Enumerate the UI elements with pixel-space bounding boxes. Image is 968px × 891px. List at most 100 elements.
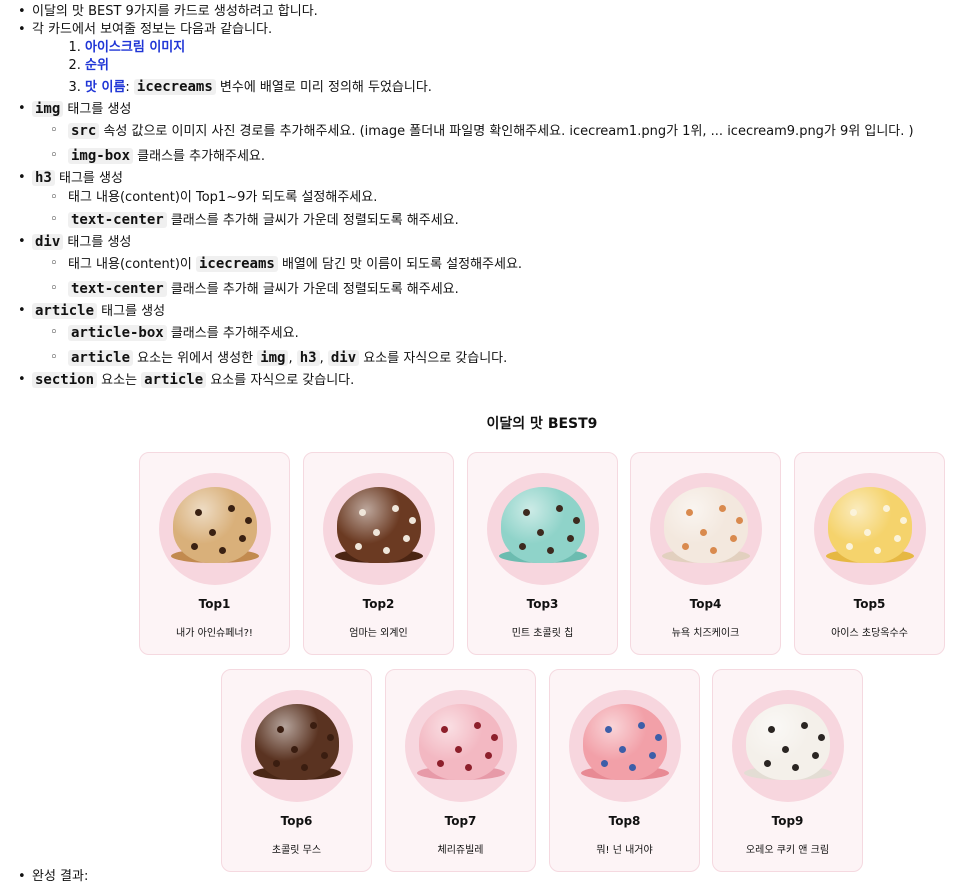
article-child-item: article 요소는 위에서 생성한 img, h3, div 요소를 자식으… bbox=[32, 346, 954, 371]
div-content-item: 태그 내용(content)이 icecreams 배열에 담긴 맛 이름이 되… bbox=[32, 252, 954, 277]
icecream-scoop bbox=[746, 704, 830, 780]
code-img-box: img-box bbox=[68, 148, 134, 164]
div-class-text: 클래스를 추가해 글씨가 가운데 정렬되도록 해주세요. bbox=[166, 282, 459, 297]
topping-chip bbox=[700, 529, 707, 536]
icecream-scoop bbox=[419, 704, 503, 780]
instruction-img: img 태그를 생성 src 속성 값으로 이미지 사진 경로를 추가해주세요.… bbox=[14, 100, 954, 169]
article-box: Top7 체리쥬빌레 bbox=[385, 669, 536, 872]
article-box: Top2 엄마는 외계인 bbox=[303, 452, 454, 655]
code-article-box: article-box bbox=[68, 325, 167, 341]
card-flavor-name: 아이스 초당옥수수 bbox=[831, 628, 908, 639]
icecream-scoop bbox=[337, 487, 421, 563]
article-label: 태그를 생성 bbox=[97, 304, 166, 319]
code-div: div bbox=[327, 350, 360, 366]
article-box: Top9 오레오 쿠키 앤 크림 bbox=[712, 669, 863, 872]
topping-chip bbox=[883, 505, 890, 512]
card-flavor-name: 오레오 쿠키 앤 크림 bbox=[745, 845, 830, 856]
topping-chip bbox=[519, 543, 526, 550]
instruction-article: article 태그를 생성 article-box 클래스를 추가해주세요. … bbox=[14, 302, 954, 371]
topping-chip bbox=[900, 517, 907, 524]
topping-chip bbox=[638, 722, 645, 729]
code-text-center: text-center bbox=[68, 281, 167, 297]
topping-chip bbox=[523, 509, 530, 516]
topping-chip bbox=[874, 547, 881, 554]
topping-chip bbox=[710, 547, 717, 554]
topping-chip bbox=[195, 509, 202, 516]
topping-chip bbox=[291, 746, 298, 753]
code-icecreams: icecreams bbox=[195, 256, 278, 272]
icecream-scoop bbox=[664, 487, 748, 563]
div-label: 태그를 생성 bbox=[63, 235, 132, 250]
div-sublist: 태그 내용(content)이 icecreams 배열에 담긴 맛 이름이 되… bbox=[32, 252, 954, 302]
topping-chip bbox=[682, 543, 689, 550]
topping-chip bbox=[409, 517, 416, 524]
result-label: 완성 결과: bbox=[14, 868, 88, 886]
img-src-item: src 속성 값으로 이미지 사진 경로를 추가해주세요. (image 폴더내… bbox=[32, 119, 954, 144]
icecream-scoop bbox=[583, 704, 667, 780]
h3-class-item: text-center 클래스를 추가해 글씨가 가운데 정렬되도록 해주세요. bbox=[32, 208, 954, 233]
card-flavor-name: 민트 초콜릿 칩 bbox=[511, 628, 574, 639]
card-info-image-label: 아이스크림 이미지 bbox=[85, 40, 186, 55]
colon: : bbox=[125, 80, 134, 95]
topping-chip bbox=[649, 752, 656, 759]
instruction-intro: 이달의 맛 BEST 9가지를 카드로 생성하려고 합니다. bbox=[14, 3, 954, 21]
topping-chip bbox=[392, 505, 399, 512]
card-info-text: 각 카드에서 보여줄 정보는 다음과 같습니다. bbox=[32, 22, 273, 37]
icecream-image bbox=[405, 690, 517, 802]
topping-chip bbox=[537, 529, 544, 536]
card-flavor-name: 초콜릿 무스 bbox=[271, 845, 322, 856]
page-heading: 이달의 맛 BEST9 bbox=[486, 416, 598, 432]
separator: , bbox=[288, 351, 297, 366]
article-box: Top6 초콜릿 무스 bbox=[221, 669, 372, 872]
h3-content-text: 태그 내용(content)이 Top1~9가 되도록 설정해주세요. bbox=[68, 190, 378, 205]
section-mid: 요소는 bbox=[97, 373, 142, 388]
topping-chip bbox=[812, 752, 819, 759]
topping-chip bbox=[846, 543, 853, 550]
article-class-item: article-box 클래스를 추가해주세요. bbox=[32, 321, 954, 346]
article-class-text: 클래스를 추가해주세요. bbox=[166, 326, 299, 341]
icecream-image bbox=[487, 473, 599, 585]
topping-chip bbox=[736, 517, 743, 524]
card-info-flavor-label: 맛 이름 bbox=[85, 80, 126, 95]
topping-chip bbox=[474, 722, 481, 729]
h3-class-text: 클래스를 추가해 글씨가 가운데 정렬되도록 해주세요. bbox=[166, 213, 459, 228]
h3-sublist: 태그 내용(content)이 Top1~9가 되도록 설정해주세요. text… bbox=[32, 188, 954, 233]
topping-chip bbox=[792, 764, 799, 771]
topping-chip bbox=[191, 543, 198, 550]
code-section: section bbox=[32, 372, 98, 388]
article-sublist: article-box 클래스를 추가해주세요. article 요소는 위에서… bbox=[32, 321, 954, 371]
card-rank: Top5 bbox=[853, 597, 886, 611]
card-flavor-name: 엄마는 외계인 bbox=[349, 628, 408, 639]
card-rank: Top8 bbox=[608, 814, 641, 828]
topping-chip bbox=[491, 734, 498, 741]
card-flavor-name: 내가 아인슈페너?! bbox=[176, 628, 253, 639]
topping-chip bbox=[327, 734, 334, 741]
h3-label: 태그를 생성 bbox=[54, 171, 123, 186]
topping-chip bbox=[437, 760, 444, 767]
topping-chip bbox=[567, 535, 574, 542]
card-rank: Top2 bbox=[362, 597, 395, 611]
topping-chip bbox=[782, 746, 789, 753]
topping-chip bbox=[209, 529, 216, 536]
icecream-image bbox=[814, 473, 926, 585]
topping-chip bbox=[228, 505, 235, 512]
topping-chip bbox=[801, 722, 808, 729]
topping-chip bbox=[239, 535, 246, 542]
topping-chip bbox=[864, 529, 871, 536]
icecream-scoop bbox=[828, 487, 912, 563]
separator: , bbox=[319, 351, 328, 366]
card-info-item: 아이스크림 이미지 bbox=[85, 39, 954, 57]
h3-content-item: 태그 내용(content)이 Top1~9가 되도록 설정해주세요. bbox=[32, 188, 954, 208]
topping-chip bbox=[764, 760, 771, 767]
card-rank: Top3 bbox=[526, 597, 559, 611]
card-rank: Top1 bbox=[198, 597, 231, 611]
topping-chip bbox=[850, 509, 857, 516]
img-class-text: 클래스를 추가해주세요. bbox=[133, 149, 266, 164]
topping-chip bbox=[768, 726, 775, 733]
topping-chip bbox=[619, 746, 626, 753]
topping-chip bbox=[310, 722, 317, 729]
card-rank: Top9 bbox=[771, 814, 804, 828]
icecream-image bbox=[241, 690, 353, 802]
code-h3: h3 bbox=[296, 350, 320, 366]
instruction-card-info: 각 카드에서 보여줄 정보는 다음과 같습니다. 아이스크림 이미지 순위 맛 … bbox=[14, 21, 954, 100]
